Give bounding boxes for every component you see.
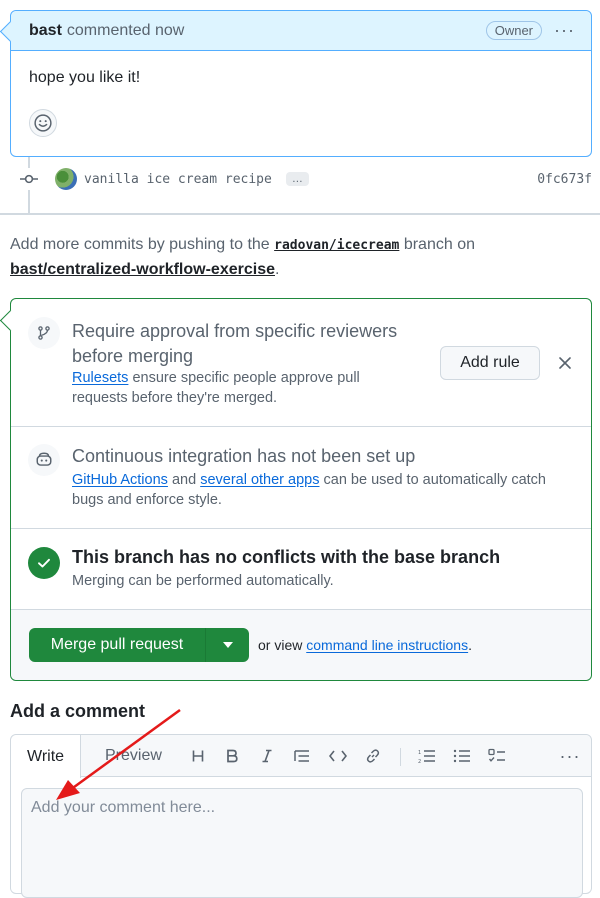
comment-editor: Write Preview 12 ··· Add your comment he… xyxy=(10,734,592,898)
link-icon[interactable] xyxy=(362,745,384,767)
unordered-list-icon[interactable] xyxy=(451,745,473,767)
merge-button-group: Merge pull request xyxy=(29,628,249,662)
reviewers-desc: Rulesets ensure specific people approve … xyxy=(72,368,402,408)
comment-author[interactable]: bast xyxy=(29,22,62,40)
ci-desc: GitHub Actions and several other apps ca… xyxy=(72,470,577,510)
svg-text:2: 2 xyxy=(418,759,421,763)
timeline-divider xyxy=(0,213,600,215)
branch-name[interactable]: radovan/icecream xyxy=(274,238,399,253)
ordered-list-icon[interactable]: 12 xyxy=(416,745,438,767)
commit-row: vanilla ice cream recipe … 0fc673f xyxy=(18,166,592,192)
add-rule-button[interactable]: Add rule xyxy=(440,346,540,380)
or-view-text: or view command line instructions. xyxy=(258,637,472,653)
push-note: Add more commits by pushing to the radov… xyxy=(10,233,570,282)
repo-link[interactable]: bast/centralized-workflow-exercise xyxy=(10,261,275,278)
conflicts-title: This branch has no conflicts with the ba… xyxy=(72,547,501,567)
ci-title: Continuous integration has not been set … xyxy=(72,446,416,466)
commit-expand-button[interactable]: … xyxy=(285,172,309,186)
tab-preview[interactable]: Preview xyxy=(89,735,178,777)
add-reaction-button[interactable] xyxy=(29,109,57,137)
close-icon[interactable] xyxy=(556,354,574,372)
quote-icon[interactable] xyxy=(291,745,313,767)
ci-icon xyxy=(28,444,60,476)
commit-icon xyxy=(18,168,40,190)
comment-timestamp[interactable]: commented now xyxy=(67,22,184,40)
check-icon xyxy=(28,547,60,579)
conflicts-desc: Merging can be performed automatically. xyxy=(72,573,334,589)
comment-input[interactable]: Add your comment here... xyxy=(21,788,583,898)
push-note-prefix: Add more commits by pushing to the xyxy=(10,236,270,253)
comment-body: hope you like it! xyxy=(29,69,141,86)
command-line-link[interactable]: command line instructions xyxy=(306,637,468,653)
push-note-suffix: . xyxy=(274,261,280,278)
svg-text:1: 1 xyxy=(418,750,421,756)
github-actions-link[interactable]: GitHub Actions xyxy=(72,472,168,488)
commit-sha[interactable]: 0fc673f xyxy=(537,172,592,187)
toolbar-divider xyxy=(400,748,401,766)
owner-badge: Owner xyxy=(485,21,543,40)
heading-icon[interactable] xyxy=(187,745,209,767)
avatar[interactable] xyxy=(55,168,77,190)
editor-toolbar: Write Preview 12 ··· xyxy=(11,735,591,778)
or-view-period: . xyxy=(468,637,472,653)
merge-box: Require approval from specific reviewers… xyxy=(10,298,592,681)
comment-card: bast commented now Owner ··· hope you li… xyxy=(10,10,592,157)
merge-pull-request-button[interactable]: Merge pull request xyxy=(29,628,205,662)
other-apps-link[interactable]: several other apps xyxy=(200,472,319,488)
conflicts-section: This branch has no conflicts with the ba… xyxy=(11,529,591,610)
reviewers-section: Require approval from specific reviewers… xyxy=(11,299,591,427)
merge-footer: Merge pull request or view command line … xyxy=(11,610,591,680)
tab-write[interactable]: Write xyxy=(11,735,82,778)
task-list-icon[interactable] xyxy=(486,745,508,767)
add-comment-heading: Add a comment xyxy=(10,701,146,721)
more-options-icon[interactable]: ··· xyxy=(559,745,581,767)
triangle-down-icon xyxy=(222,642,233,648)
rulesets-link[interactable]: Rulesets xyxy=(72,370,128,386)
reviewers-title: Require approval from specific reviewers… xyxy=(72,321,398,366)
comment-options-button[interactable]: ··· xyxy=(554,20,575,41)
or-view-label: or view xyxy=(258,637,303,653)
bold-icon[interactable] xyxy=(221,745,243,767)
code-icon[interactable] xyxy=(327,745,349,767)
branch-icon xyxy=(28,317,60,349)
comment-header: bast commented now Owner ··· xyxy=(11,11,591,51)
ci-section: Continuous integration has not been set … xyxy=(11,427,591,529)
commit-message[interactable]: vanilla ice cream recipe xyxy=(84,172,272,187)
merge-options-button[interactable] xyxy=(205,628,249,662)
smiley-icon xyxy=(34,114,52,132)
push-note-middle: branch on xyxy=(403,236,475,253)
italic-icon[interactable] xyxy=(256,745,278,767)
ci-and: and xyxy=(171,472,197,488)
